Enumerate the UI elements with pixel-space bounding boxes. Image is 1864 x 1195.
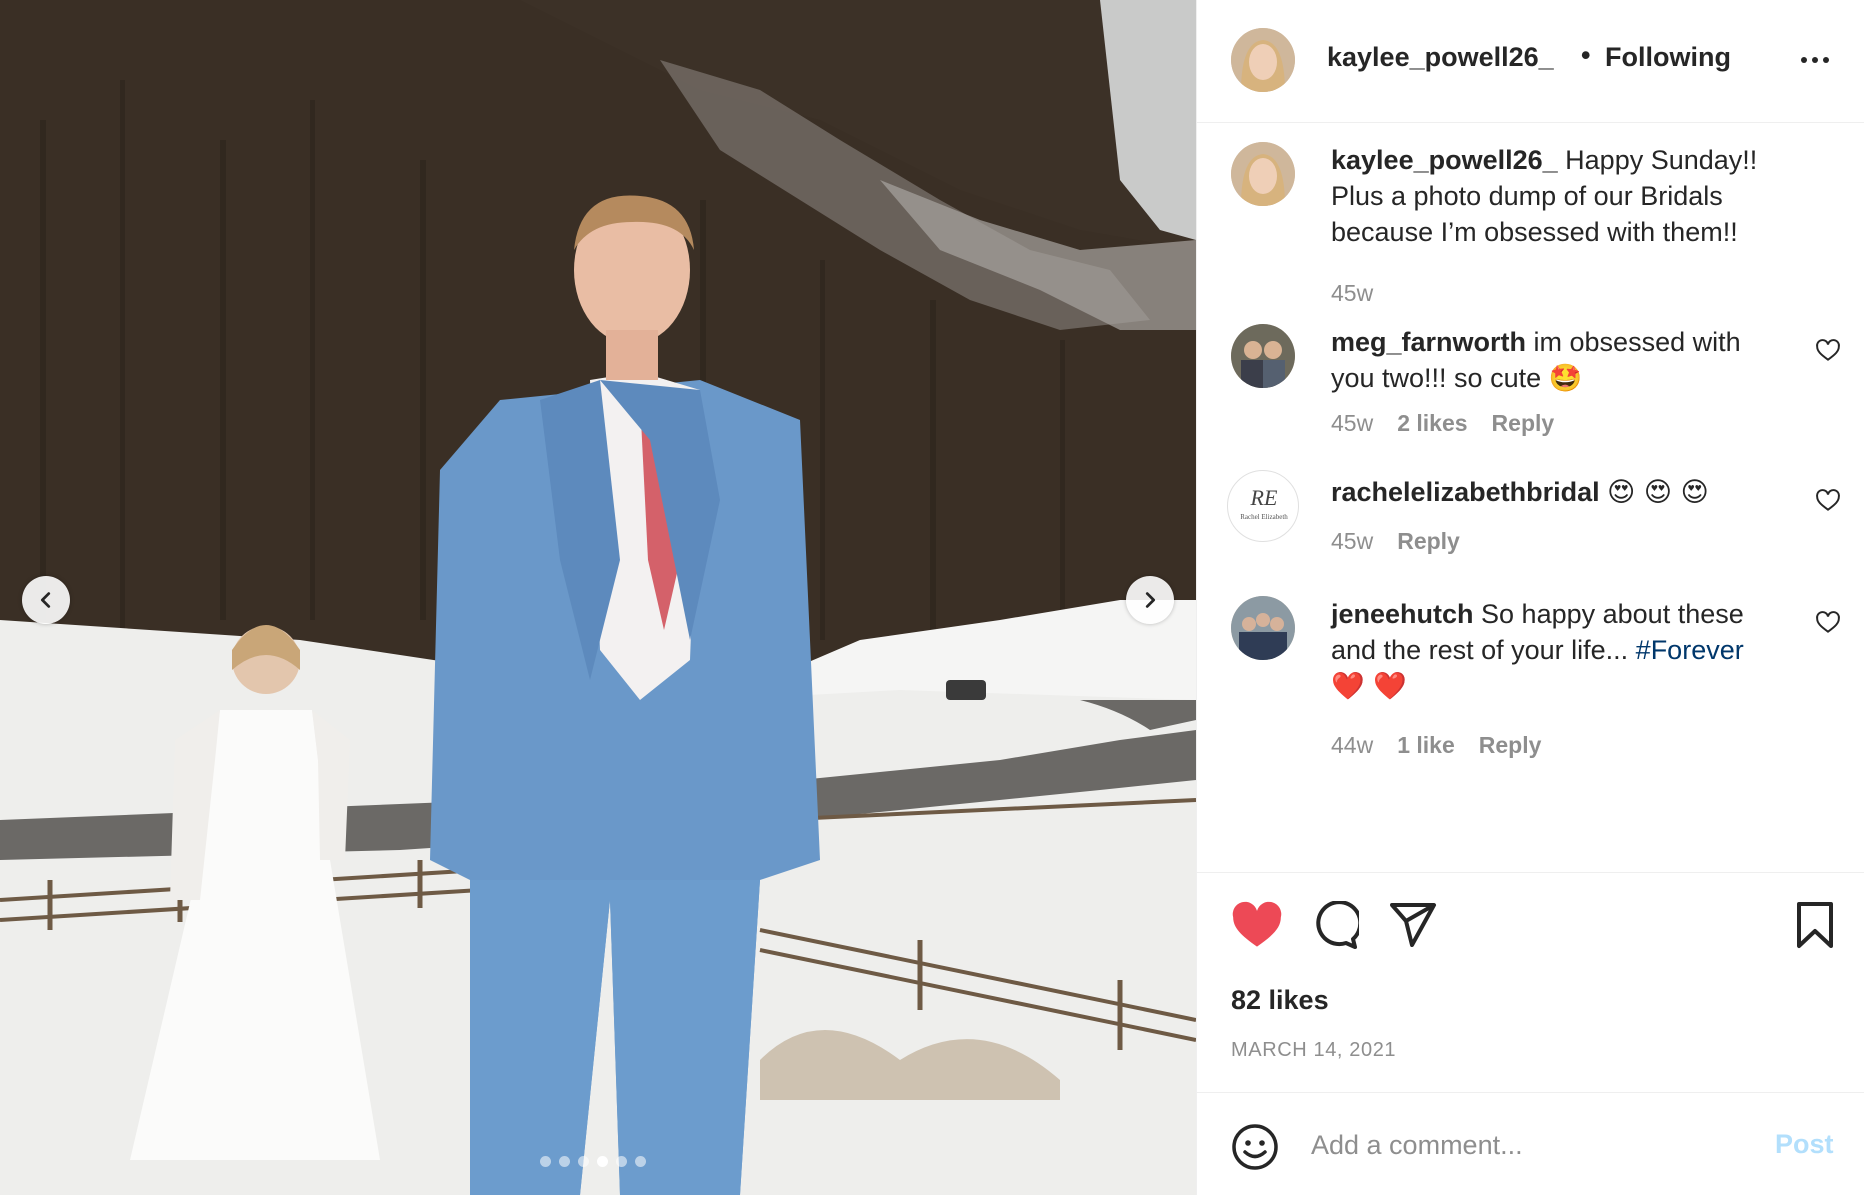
commenter-avatar[interactable]: RE Rachel Elizabeth: [1227, 470, 1299, 542]
comment-username[interactable]: rachelelizabethbridal: [1331, 477, 1600, 507]
carousel-next-button[interactable]: [1126, 576, 1174, 624]
comments-list[interactable]: kaylee_powell26_ Happy Sunday!! Plus a p…: [1197, 124, 1864, 872]
comment-text: jeneehutch So happy about these and the …: [1331, 596, 1791, 705]
comment-emoji: ❤️ ❤️: [1331, 671, 1407, 702]
comment-form: Post: [1197, 1092, 1864, 1195]
author-avatar[interactable]: [1231, 28, 1295, 92]
post-actions: 82 likes MARCH 14, 2021: [1197, 872, 1864, 1092]
comment-like-icon[interactable]: [1815, 610, 1841, 636]
author-avatar[interactable]: [1231, 142, 1295, 206]
comment-icon[interactable]: [1311, 901, 1359, 949]
carousel-dot: [635, 1156, 646, 1167]
carousel-dot: [597, 1156, 608, 1167]
post-side-panel: kaylee_powell26_ • Following kaylee_powe…: [1196, 0, 1864, 1195]
carousel-dot: [559, 1156, 570, 1167]
header-separator: •: [1581, 40, 1591, 70]
comment-body: [1600, 477, 1608, 507]
following-button[interactable]: Following: [1605, 42, 1731, 73]
post-comment-button[interactable]: Post: [1775, 1129, 1834, 1160]
avatar-logo-text: RE: [1250, 485, 1278, 510]
more-dots-icon: [1812, 57, 1818, 63]
wedding-photo-illustration: [0, 0, 1196, 1195]
heart-icon[interactable]: [1231, 901, 1283, 949]
comment-like-icon[interactable]: [1815, 338, 1841, 364]
avatar-logo-sub: Rachel Elizabeth: [1240, 513, 1288, 521]
comment-text: meg_farnworth im obsessed with you two!!…: [1331, 324, 1791, 397]
post-header: kaylee_powell26_ • Following: [1197, 0, 1864, 123]
post-date[interactable]: MARCH 14, 2021: [1231, 1039, 1396, 1062]
reply-button[interactable]: Reply: [1479, 732, 1542, 759]
caption-meta: 45w: [1331, 280, 1373, 307]
carousel-prev-button[interactable]: [22, 576, 70, 624]
more-dots-icon: [1823, 57, 1829, 63]
comment-meta: 44w 1 like Reply: [1331, 732, 1541, 759]
author-username[interactable]: kaylee_powell26_: [1327, 42, 1554, 73]
comment-text: rachelelizabethbridal 😍 😍 😍: [1331, 474, 1791, 511]
comment-hashtag[interactable]: #Forever: [1636, 635, 1744, 665]
comment-likes[interactable]: 1 like: [1397, 732, 1455, 759]
comment-time[interactable]: 45w: [1331, 528, 1373, 555]
emoji-icon[interactable]: [1231, 1123, 1279, 1171]
comment-meta: 45w 2 likes Reply: [1331, 410, 1554, 437]
caption-time[interactable]: 45w: [1331, 280, 1373, 307]
more-options-button[interactable]: [1793, 44, 1837, 76]
likes-count[interactable]: 82 likes: [1231, 985, 1329, 1016]
carousel-indicator: [540, 1156, 646, 1167]
caption-text: kaylee_powell26_ Happy Sunday!! Plus a p…: [1331, 142, 1791, 250]
comment-time[interactable]: 45w: [1331, 410, 1373, 437]
carousel-dot: [578, 1156, 589, 1167]
comment-input[interactable]: [1311, 1119, 1751, 1171]
reply-button[interactable]: Reply: [1397, 528, 1460, 555]
reply-button[interactable]: Reply: [1492, 410, 1555, 437]
comment-time[interactable]: 44w: [1331, 732, 1373, 759]
chevron-right-icon: [1145, 592, 1156, 608]
comment-emoji: 🤩: [1548, 363, 1583, 394]
bookmark-icon[interactable]: [1793, 901, 1837, 949]
post-photo[interactable]: [0, 0, 1196, 1195]
comment-meta: 45w Reply: [1331, 528, 1460, 555]
comment-likes[interactable]: 2 likes: [1397, 410, 1467, 437]
comment-username[interactable]: jeneehutch: [1331, 599, 1474, 629]
chevron-left-icon: [40, 592, 51, 608]
comment-emoji: 😍 😍 😍: [1607, 477, 1709, 508]
comment-like-icon[interactable]: [1815, 488, 1841, 514]
commenter-avatar[interactable]: [1231, 596, 1295, 660]
carousel-dot: [540, 1156, 551, 1167]
share-icon[interactable]: [1389, 901, 1437, 949]
commenter-avatar[interactable]: [1231, 324, 1295, 388]
comment-username[interactable]: meg_farnworth: [1331, 327, 1526, 357]
more-dots-icon: [1801, 57, 1807, 63]
carousel-dot: [616, 1156, 627, 1167]
caption-username[interactable]: kaylee_powell26_: [1331, 145, 1558, 175]
